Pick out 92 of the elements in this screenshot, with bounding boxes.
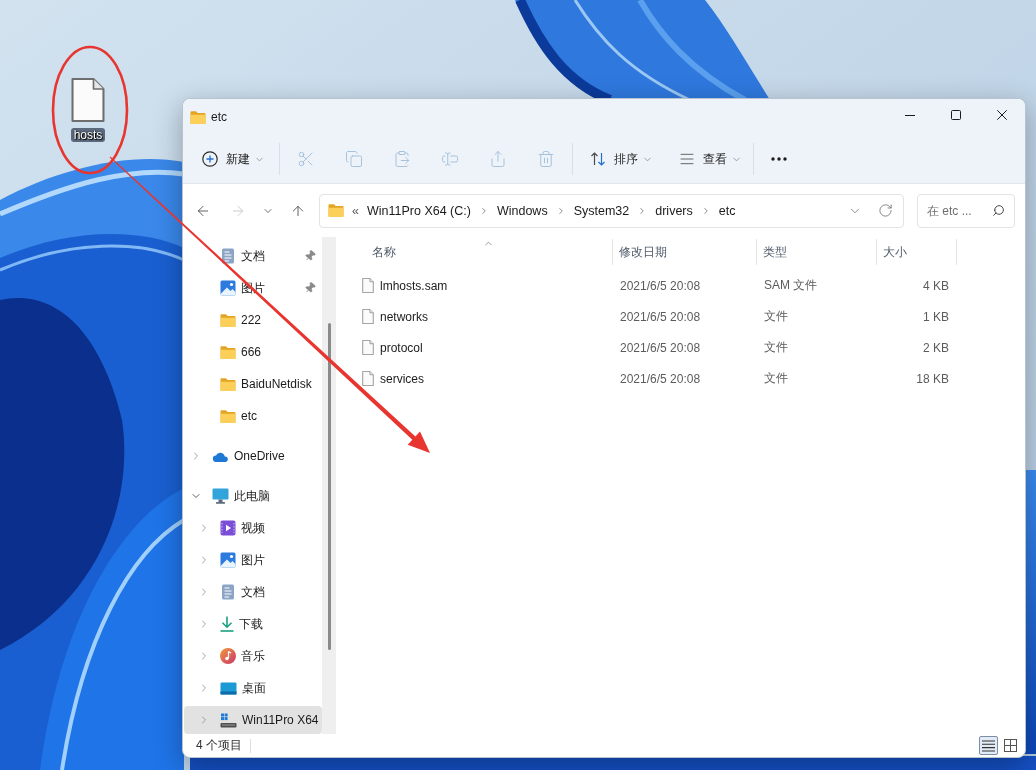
view-button[interactable]: 查看 bbox=[671, 143, 748, 175]
breadcrumb[interactable]: etc bbox=[714, 197, 740, 224]
file-row[interactable]: networks 2021/6/5 20:08 文件 1 KB bbox=[340, 301, 1025, 332]
search-field[interactable]: 在 etc ... bbox=[917, 193, 1015, 228]
modified-date: 2021/6/5 20:08 bbox=[620, 309, 701, 324]
file-row[interactable]: services 2021/6/5 20:08 文件 18 KB bbox=[340, 363, 1025, 394]
folder-icon bbox=[220, 409, 236, 423]
picture-icon bbox=[220, 280, 236, 296]
trash-icon bbox=[537, 150, 555, 168]
clipboard-icon bbox=[393, 150, 411, 168]
column-header[interactable]: 名称 bbox=[340, 239, 613, 265]
cloud-icon bbox=[212, 450, 229, 462]
file-row[interactable]: protocol 2021/6/5 20:08 文件 2 KB bbox=[340, 332, 1025, 363]
file-type: 文件 bbox=[764, 370, 788, 387]
copy-icon bbox=[345, 150, 363, 168]
maximize-icon bbox=[951, 110, 961, 120]
modified-date: 2021/6/5 20:08 bbox=[620, 371, 701, 386]
modified-date: 2021/6/5 20:08 bbox=[620, 340, 701, 355]
folder-icon bbox=[220, 377, 236, 391]
refresh-icon bbox=[877, 203, 893, 218]
file-size: 2 KB bbox=[923, 340, 949, 355]
scrollbar-track[interactable] bbox=[322, 237, 336, 734]
file-icon bbox=[362, 340, 374, 355]
tiles-view-button[interactable] bbox=[1001, 736, 1020, 755]
file-icon bbox=[362, 371, 374, 386]
sidebar-item[interactable]: OneDrive bbox=[184, 442, 322, 470]
file-size: 18 KB bbox=[916, 371, 949, 386]
folder-icon bbox=[190, 110, 206, 124]
minimize-icon bbox=[905, 114, 915, 116]
file-icon bbox=[362, 278, 374, 293]
tiles-view-icon bbox=[1004, 739, 1017, 752]
details-view-button[interactable] bbox=[979, 736, 998, 755]
music-note-icon bbox=[220, 648, 236, 664]
share-icon bbox=[489, 150, 507, 168]
file-name: services bbox=[380, 371, 424, 386]
sort-button[interactable]: 排序 bbox=[582, 143, 659, 175]
file-icon bbox=[71, 78, 105, 122]
sidebar-item[interactable]: 视频 bbox=[184, 514, 322, 542]
folder-icon bbox=[220, 345, 236, 359]
sidebar-item[interactable]: 此电脑 bbox=[184, 482, 322, 510]
desktop-file[interactable]: hosts bbox=[56, 74, 120, 144]
file-type: SAM 文件 bbox=[764, 277, 818, 294]
more-icon bbox=[771, 157, 787, 161]
drive-icon bbox=[220, 712, 237, 728]
address-bar[interactable]: « Win11Pro X64 (C:) Windows System32 drivers etc bbox=[319, 193, 904, 228]
computer-icon bbox=[212, 488, 229, 504]
file-type: 文件 bbox=[764, 339, 788, 356]
picture-icon bbox=[220, 552, 236, 568]
desktop-icon bbox=[220, 681, 237, 695]
item-count: 4 个项目 bbox=[196, 737, 242, 754]
sidebar-item[interactable]: 图片 bbox=[184, 546, 322, 574]
document-icon bbox=[220, 248, 236, 264]
folder-icon bbox=[220, 313, 236, 327]
file-row[interactable]: lmhosts.sam 2021/6/5 20:08 SAM 文件 4 KB bbox=[340, 270, 1025, 301]
file-size: 1 KB bbox=[923, 309, 949, 324]
video-icon bbox=[220, 520, 236, 536]
document-icon bbox=[220, 584, 236, 600]
overflow-button[interactable]: « bbox=[348, 197, 363, 224]
folder-icon bbox=[328, 204, 344, 217]
search-icon bbox=[992, 203, 1005, 217]
sidebar-item[interactable]: 下载 bbox=[184, 610, 322, 638]
download-icon bbox=[220, 616, 234, 632]
sidebar-item[interactable]: Win11Pro X64 bbox=[184, 706, 322, 734]
window-title: etc bbox=[211, 110, 227, 124]
file-type: 文件 bbox=[764, 308, 788, 325]
plus-circle-icon bbox=[202, 151, 218, 167]
column-header[interactable]: 修改日期 bbox=[613, 239, 757, 265]
sidebar-item[interactable]: 文档 bbox=[184, 578, 322, 606]
scissors-icon bbox=[297, 150, 315, 168]
details-view-icon bbox=[982, 739, 995, 752]
column-header[interactable]: 类型 bbox=[757, 239, 877, 265]
file-name: protocol bbox=[380, 340, 423, 355]
file-icon bbox=[362, 309, 374, 324]
text-cursor-icon bbox=[441, 150, 459, 168]
sort-arrows-icon bbox=[590, 151, 606, 167]
list-lines-icon bbox=[679, 151, 695, 167]
file-name: lmhosts.sam bbox=[380, 278, 448, 293]
scrollbar-thumb[interactable] bbox=[327, 323, 331, 650]
modified-date: 2021/6/5 20:08 bbox=[620, 278, 701, 293]
sidebar-item[interactable]: BaiduNetdisk bbox=[184, 370, 322, 398]
breadcrumb[interactable]: System32 bbox=[569, 197, 634, 224]
new-button[interactable]: 新建 bbox=[194, 143, 271, 175]
column-header[interactable]: 大小 bbox=[877, 239, 957, 265]
file-name: networks bbox=[380, 309, 429, 324]
breadcrumb[interactable]: drivers bbox=[651, 197, 697, 224]
sidebar-item[interactable]: 桌面 bbox=[184, 674, 322, 702]
file-size: 4 KB bbox=[923, 278, 949, 293]
breadcrumb[interactable]: Win11Pro X64 (C:) bbox=[362, 197, 475, 224]
sidebar-item[interactable]: etc bbox=[184, 402, 322, 430]
sidebar-item[interactable]: 音乐 bbox=[184, 642, 322, 670]
close-icon bbox=[997, 110, 1007, 120]
breadcrumb[interactable]: Windows bbox=[492, 197, 552, 224]
